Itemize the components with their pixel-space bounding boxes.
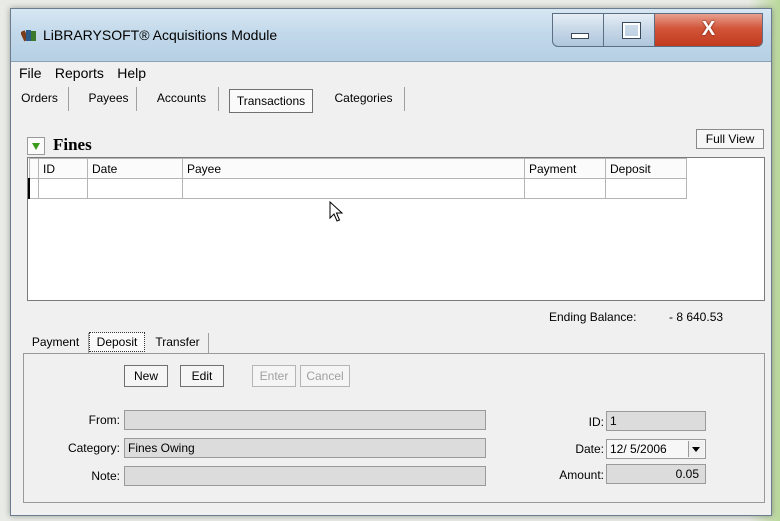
column-header-payment[interactable]: Payment — [524, 158, 606, 179]
maximize-icon — [622, 22, 641, 39]
grid-header-row: ID Date Payee Payment Deposit — [28, 158, 687, 179]
mouse-pointer-icon — [329, 201, 344, 222]
tab-accounts[interactable]: Accounts — [145, 87, 219, 111]
menu-reports[interactable]: Reports — [55, 65, 104, 81]
cell-id[interactable] — [38, 178, 88, 199]
date-picker[interactable]: 12/ 5/2006 — [606, 439, 706, 459]
note-label: Note: — [91, 469, 120, 483]
app-window: LiBRARYSOFT® Acquisitions Module X File … — [10, 8, 772, 516]
minimize-button[interactable] — [552, 13, 604, 47]
tab-transfer[interactable]: Transfer — [147, 333, 209, 353]
amount-field[interactable]: 0.05 — [606, 464, 706, 484]
cell-date[interactable] — [87, 178, 183, 199]
id-field: 1 — [606, 411, 706, 431]
column-header-id[interactable]: ID — [38, 158, 88, 179]
date-value: 12/ 5/2006 — [610, 442, 667, 456]
category-field[interactable]: Fines Owing — [124, 438, 486, 458]
cell-deposit[interactable] — [605, 178, 687, 199]
column-header-payee[interactable]: Payee — [182, 158, 525, 179]
ending-balance-label: Ending Balance: — [549, 310, 637, 324]
row-selector[interactable] — [28, 178, 39, 199]
category-label: Category: — [67, 441, 120, 455]
tab-orders[interactable]: Orders — [11, 87, 69, 111]
transactions-grid[interactable]: ID Date Payee Payment Deposit — [27, 157, 765, 301]
id-label: ID: — [588, 415, 604, 429]
grid-table: ID Date Payee Payment Deposit — [28, 158, 687, 199]
tab-payees[interactable]: Payees — [81, 87, 137, 111]
full-view-button[interactable]: Full View — [696, 129, 764, 149]
tab-payment[interactable]: Payment — [23, 333, 89, 353]
row-header-corner — [28, 158, 39, 179]
date-label: Date: — [575, 442, 604, 456]
note-field[interactable] — [124, 466, 486, 486]
ending-balance-value: - 8 640.53 — [669, 310, 724, 324]
maximize-button[interactable] — [603, 13, 655, 47]
new-button[interactable]: New — [124, 365, 168, 387]
chevron-down-icon[interactable] — [688, 441, 704, 457]
tab-categories[interactable]: Categories — [323, 87, 405, 111]
close-icon: X — [701, 18, 716, 40]
main-tabs: Orders Payees Accounts Transactions Cate… — [11, 87, 771, 113]
table-row[interactable] — [28, 178, 687, 199]
from-field[interactable] — [124, 410, 486, 430]
enter-button[interactable]: Enter — [252, 365, 296, 387]
cell-payee[interactable] — [182, 178, 525, 199]
window-title: LiBRARYSOFT® Acquisitions Module — [43, 27, 278, 43]
title-bar[interactable]: LiBRARYSOFT® Acquisitions Module X — [11, 9, 771, 62]
column-header-deposit[interactable]: Deposit — [605, 158, 687, 179]
menu-file[interactable]: File — [19, 65, 42, 81]
close-button[interactable]: X — [654, 13, 763, 47]
cancel-button[interactable]: Cancel — [300, 365, 350, 387]
tab-deposit[interactable]: Deposit — [89, 332, 145, 352]
tab-transactions[interactable]: Transactions — [229, 89, 313, 113]
column-header-date[interactable]: Date — [87, 158, 183, 179]
from-label: From: — [88, 413, 120, 427]
section-title: Fines — [53, 135, 92, 154]
menu-bar: File Reports Help — [11, 65, 771, 83]
books-icon — [21, 30, 36, 42]
cell-payment[interactable] — [524, 178, 606, 199]
deposit-panel: New Edit Enter Cancel From: Category: Fi… — [23, 353, 765, 503]
collapse-toggle-icon[interactable] — [27, 137, 45, 155]
menu-help[interactable]: Help — [117, 65, 146, 81]
edit-button[interactable]: Edit — [180, 365, 224, 387]
minimize-icon — [571, 33, 589, 39]
amount-label: Amount: — [559, 468, 604, 482]
